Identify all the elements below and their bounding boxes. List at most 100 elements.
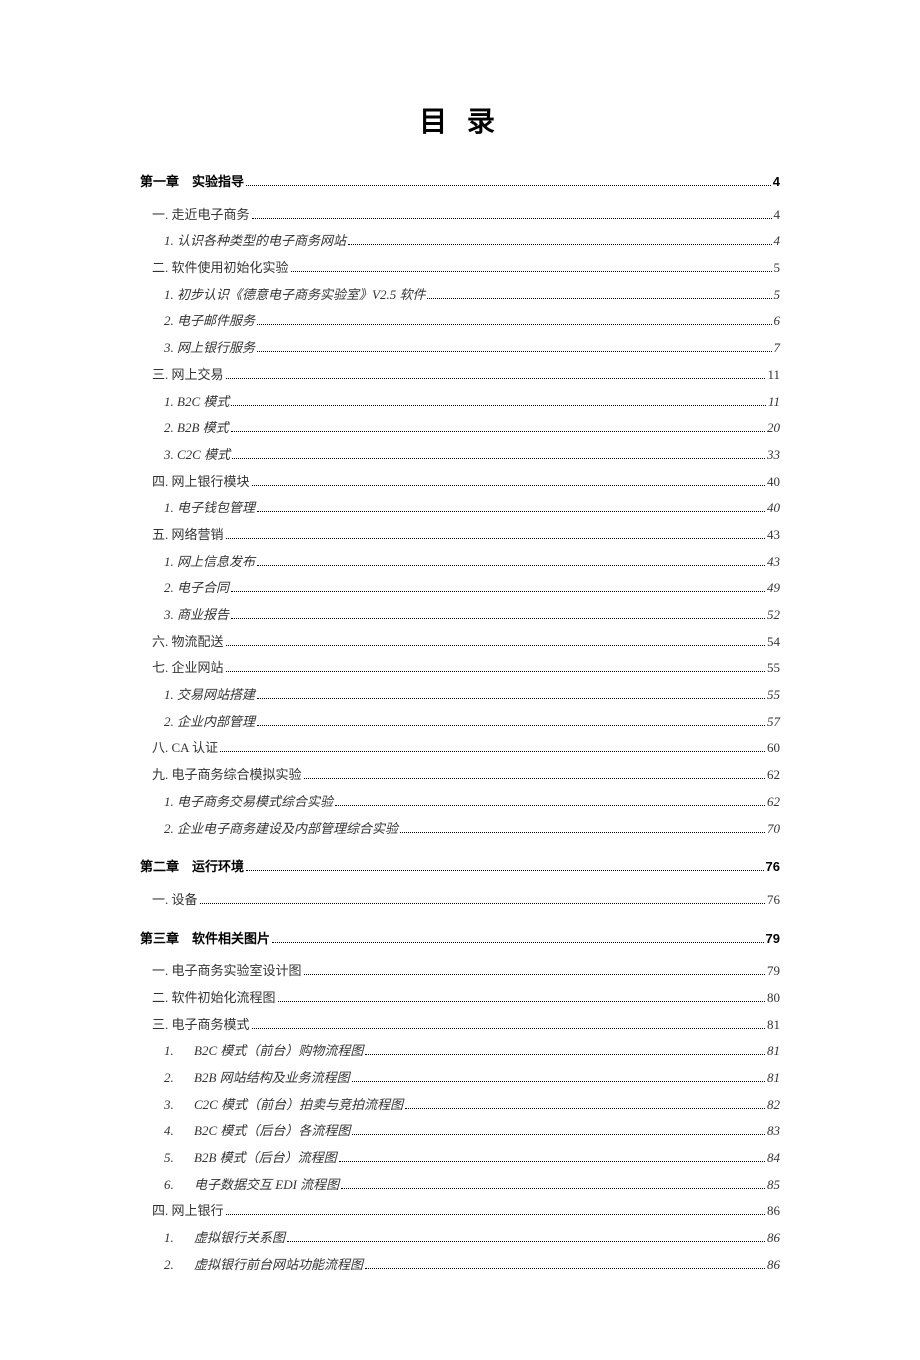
toc-leader-dots xyxy=(200,903,765,904)
chapter-number: 第二章 xyxy=(140,855,192,880)
sub-number: 1. xyxy=(164,1039,194,1064)
toc-page-number: 40 xyxy=(767,470,780,495)
toc-entry: 1. 电子商务交易模式综合实验62 xyxy=(140,790,780,815)
sub-number: 1. xyxy=(164,1226,194,1251)
toc-leader-dots xyxy=(335,805,765,806)
toc-leader-dots xyxy=(232,458,765,459)
toc-page-number: 57 xyxy=(767,710,780,735)
toc-entry-label: 四. 网上银行模块 xyxy=(152,470,250,495)
toc-entry-label: 二. 软件初始化流程图 xyxy=(152,986,276,1011)
toc-page-number: 5 xyxy=(774,256,781,281)
toc-entry-label: 八. CA 认证 xyxy=(152,736,218,761)
toc-entry-label: 1. 网上信息发布 xyxy=(164,550,255,575)
toc-entry: 2.B2B 网站结构及业务流程图 81 xyxy=(140,1066,780,1091)
toc-page-number: 76 xyxy=(767,888,780,913)
toc-leader-dots xyxy=(427,298,771,299)
toc-leader-dots xyxy=(304,778,765,779)
toc-entry: 6.电子数据交互 EDI 流程图85 xyxy=(140,1173,780,1198)
sub-number: 2. xyxy=(164,1253,194,1278)
toc-entry: 一. 走近电子商务 4 xyxy=(140,203,780,228)
toc-entry: 四. 网上银行模块 40 xyxy=(140,470,780,495)
toc-leader-dots xyxy=(257,351,771,352)
toc-page-number: 79 xyxy=(767,959,780,984)
toc-leader-dots xyxy=(252,485,765,486)
toc-entry: 5.B2B 模式（后台）流程图84 xyxy=(140,1146,780,1171)
toc-page-number: 76 xyxy=(766,855,780,880)
toc-leader-dots xyxy=(348,244,771,245)
toc-entry: 五. 网络营销 43 xyxy=(140,523,780,548)
toc-entry-label: 2. 企业电子商务建设及内部管理综合实验 xyxy=(164,817,398,842)
toc-entry: 二. 软件使用初始化实验 5 xyxy=(140,256,780,281)
toc-page-number: 79 xyxy=(766,927,780,952)
sub-number: 6. xyxy=(164,1173,194,1198)
toc-entry: 2. 电子合同49 xyxy=(140,576,780,601)
toc-entry-label: 七. 企业网站 xyxy=(152,656,224,681)
toc-entry-label: 1.B2C 模式（前台）购物流程图 xyxy=(164,1039,363,1064)
toc-entry-label: 二. 软件使用初始化实验 xyxy=(152,256,289,281)
toc-page-number: 83 xyxy=(767,1119,780,1144)
toc-entry-label: 四. 网上银行 xyxy=(152,1199,224,1224)
toc-leader-dots xyxy=(257,565,765,566)
toc-title: 目 录 xyxy=(140,100,780,140)
toc-page-number: 82 xyxy=(767,1093,780,1118)
toc-entry-label: 1. 电子钱包管理 xyxy=(164,496,255,521)
toc-leader-dots xyxy=(226,378,766,379)
toc-entry-label: 6.电子数据交互 EDI 流程图 xyxy=(164,1173,339,1198)
toc-entry: 1. 网上信息发布43 xyxy=(140,550,780,575)
toc-page-number: 81 xyxy=(767,1066,780,1091)
toc-entry: 第三章软件相关图片79 xyxy=(140,927,780,952)
toc-page-number: 86 xyxy=(767,1199,780,1224)
toc-entry-label: 2. 企业内部管理 xyxy=(164,710,255,735)
toc-leader-dots xyxy=(287,1241,765,1242)
toc-leader-dots xyxy=(405,1108,765,1109)
toc-page-number: 70 xyxy=(767,817,780,842)
toc-page-number: 81 xyxy=(767,1039,780,1064)
toc-entry: 九. 电子商务综合模拟实验62 xyxy=(140,763,780,788)
toc-leader-dots xyxy=(231,431,765,432)
toc-leader-dots xyxy=(339,1161,765,1162)
toc-entry-label: 六. 物流配送 xyxy=(152,630,224,655)
toc-leader-dots xyxy=(252,1028,765,1029)
toc-entry: 1. 认识各种类型的电子商务网站4 xyxy=(140,229,780,254)
toc-entry: 2. 电子邮件服务6 xyxy=(140,309,780,334)
toc-page-number: 20 xyxy=(767,416,780,441)
toc-entry: 一. 电子商务实验室设计图79 xyxy=(140,959,780,984)
toc-entry: 3. 网上银行服务 7 xyxy=(140,336,780,361)
toc-entry-label: 五. 网络营销 xyxy=(152,523,224,548)
toc-leader-dots xyxy=(257,698,765,699)
sub-number: 2. xyxy=(164,1066,194,1091)
toc-entry-label: 3. 网上银行服务 xyxy=(164,336,255,361)
toc-entry-label: 1. 初步认识《德意电子商务实验室》V2.5 软件 xyxy=(164,283,425,308)
toc-leader-dots xyxy=(226,1214,765,1215)
toc-page-number: 81 xyxy=(767,1013,780,1038)
toc-leader-dots xyxy=(304,974,765,975)
toc-entry-label: 2. 电子邮件服务 xyxy=(164,309,255,334)
toc-entry-label: 2. B2B 模式 xyxy=(164,416,229,441)
toc-entry-label: 5.B2B 模式（后台）流程图 xyxy=(164,1146,337,1171)
toc-page-number: 4 xyxy=(774,203,781,228)
table-of-contents: 第一章实验指导4一. 走近电子商务41. 认识各种类型的电子商务网站4二. 软件… xyxy=(140,170,780,1278)
chapter-number: 第三章 xyxy=(140,927,192,952)
toc-leader-dots xyxy=(252,218,772,219)
toc-leader-dots xyxy=(220,751,765,752)
toc-leader-dots xyxy=(365,1054,765,1055)
toc-entry-label: 2.B2B 网站结构及业务流程图 xyxy=(164,1066,350,1091)
sub-number: 5. xyxy=(164,1146,194,1171)
toc-entry-label: 4.B2C 模式（后台）各流程图 xyxy=(164,1119,350,1144)
toc-leader-dots xyxy=(246,870,764,871)
toc-entry: 三. 网上交易11 xyxy=(140,363,780,388)
toc-page-number: 11 xyxy=(768,390,780,415)
toc-leader-dots xyxy=(257,725,765,726)
toc-page-number: 33 xyxy=(767,443,780,468)
toc-page-number: 7 xyxy=(774,336,781,361)
toc-entry-label: 九. 电子商务综合模拟实验 xyxy=(152,763,302,788)
toc-entry-label: 1. 电子商务交易模式综合实验 xyxy=(164,790,333,815)
toc-entry: 2. B2B 模式 20 xyxy=(140,416,780,441)
toc-entry: 2. 企业内部管理 57 xyxy=(140,710,780,735)
toc-entry-label: 一. 设备 xyxy=(152,888,198,913)
toc-entry-label: 一. 走近电子商务 xyxy=(152,203,250,228)
toc-entry: 一. 设备 76 xyxy=(140,888,780,913)
toc-entry: 1.B2C 模式（前台）购物流程图 81 xyxy=(140,1039,780,1064)
toc-page-number: 43 xyxy=(767,523,780,548)
toc-entry-label: 1. 认识各种类型的电子商务网站 xyxy=(164,229,346,254)
